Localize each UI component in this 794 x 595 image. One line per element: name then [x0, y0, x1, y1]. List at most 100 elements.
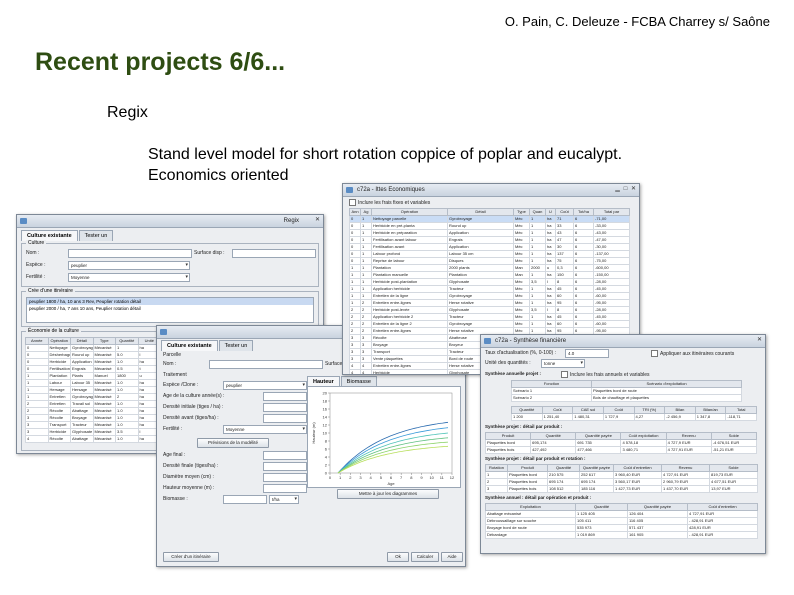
table-row[interactable]: 1 Hersage Hersage Mécanisé 1.0 ha [25, 386, 161, 394]
table-row[interactable]: 1 1 Entretien de la ligne Gyrobroyage Méc 1 ha… [349, 292, 630, 300]
table-row[interactable]: 2 Entretien Travail sol Mécanisé 1.0 ha [25, 400, 161, 408]
operation-table[interactable]: Exploitation Quantité Quantité payée Coût d… [485, 503, 758, 539]
apply-checkbox[interactable]: Appliquer aux itinéraires courants [651, 350, 734, 357]
tab-culture-existante[interactable]: Culture existante [161, 340, 218, 351]
table-row[interactable]: 0 1 Herbicide en pré-planta Round up Méc 1 ha 3… [349, 222, 630, 230]
column-header[interactable]: Quantité [530, 432, 577, 440]
column-header[interactable]: Total [725, 406, 757, 414]
table-row[interactable]: 2 2 Application herbicide 2 Tracteur Méc 1 ha 4… [349, 313, 630, 321]
table-row[interactable]: Broyage bord de route 535 973 571 437 428,9… [485, 524, 758, 532]
column-header[interactable]: Revenu [661, 464, 710, 472]
table-row[interactable]: 2 Récolte Abattage Mécanisé 1.0 ha [25, 407, 161, 415]
table-row[interactable]: 1 1 Application herbicide Tracteur Méc 1 ha 45 6… [349, 285, 630, 293]
column-header[interactable]: Quantité [547, 464, 580, 472]
aide-button[interactable]: Aide [441, 552, 463, 562]
calculer-button[interactable]: Calculer [411, 552, 439, 562]
scenario-table[interactable]: Fonction Scénario d'exploitation Scénario… [511, 380, 742, 402]
nom-field[interactable] [68, 249, 192, 258]
table-row[interactable]: 0 1 Fertilisation avant Application Méc 1 ha 30… [349, 243, 630, 251]
column-header[interactable]: Quantité [115, 337, 139, 345]
table-row[interactable]: 0 Fertilisation Engrais Mécanisé 0.5 t [25, 365, 161, 373]
column-header[interactable]: Quantité payée [579, 464, 614, 472]
taux-field[interactable]: 4.0 [565, 349, 609, 358]
table-row[interactable]: 1 1 Herbicide post-plantation Glyphosate Méc… [349, 278, 630, 286]
table-row[interactable]: 2 2 Herbicide post-levée Glyphosate Méc 3,5 l 8… [349, 306, 630, 314]
column-header[interactable]: Revenu [665, 432, 712, 440]
column-header[interactable]: Produit [507, 464, 548, 472]
update-charts-button[interactable]: Mettre à jour les diagrammes [337, 489, 439, 499]
diametre-field[interactable] [263, 473, 307, 482]
densite-avant-field[interactable] [263, 414, 307, 423]
surface-field[interactable] [232, 249, 316, 258]
column-header[interactable]: Bilan [664, 406, 696, 414]
table-row[interactable]: Débardage 1 019 869 161 905- 428,91 EUR [485, 531, 758, 539]
close-icon[interactable]: ✕ [630, 186, 637, 193]
table-row[interactable]: 1 1 Plantation manuelle Plantation Man 1 ha 150… [349, 271, 630, 279]
table-row[interactable]: Plaquettes bois 427,492 477,466 3 480,71 4 7… [484, 446, 758, 454]
close-icon[interactable]: ✕ [756, 337, 763, 344]
table-row[interactable]: 1 Plaquettes bord 210 575 252 617 3 960,40 E… [485, 471, 758, 479]
table-row[interactable]: 1 200 1 251,40 1 480,31 1 727,9 4,27 -2 456,9… [511, 413, 757, 421]
column-header[interactable]: Type [92, 337, 116, 345]
column-header[interactable]: Quantité payée [575, 432, 622, 440]
table-row[interactable]: Débroussaillage sur souche 105 411 116 405… [485, 517, 758, 525]
column-header[interactable]: Coût [555, 208, 574, 216]
itinerary-list[interactable]: peuplier 1800 / ha, 10 ans 3 Rev, Peupli… [26, 297, 314, 323]
table-row[interactable]: 3 Récolte Broyage Mécanisé 1.0 ha [25, 414, 161, 422]
column-header[interactable]: Coût [541, 406, 574, 414]
synthesis-titlebar[interactable]: c72a - Synthèse financière ✕ [481, 335, 765, 348]
table-row[interactable]: 0 Herbicide Application Mécanisé 1.0 ha [25, 358, 161, 366]
minimize-icon[interactable]: ▁ [614, 186, 621, 193]
column-header[interactable]: Coût exploitation [620, 432, 667, 440]
table-row[interactable]: 0 1 Reprise de labour Disques Méc 1 ha 75 6 -75,0… [349, 257, 630, 265]
table-row[interactable]: Abattage mécanisé 1 125 405 126 404 4 727,9… [485, 510, 758, 518]
espece-select[interactable]: peuplier [68, 261, 190, 270]
column-header[interactable]: Ann [349, 208, 361, 216]
table-row[interactable]: 1 2 Entretien entre-lignes Herse rotative Mé… [349, 299, 630, 307]
tab-tester[interactable]: Tester un [78, 230, 114, 241]
table-row[interactable]: 1 Labour Labour 35 Mécanisé 1.0 ha [25, 379, 161, 387]
table-row[interactable]: 2 2 Entretien de la ligne 2 Gyrobroyage Méc 1… [349, 320, 630, 328]
table-row[interactable]: 0 1 Nettoyage parcelle Gyrobroyage Méc 1 ha 71 6… [349, 215, 630, 223]
regix-titlebar[interactable]: Regix ✕ [17, 215, 323, 228]
column-header[interactable]: Rotation [485, 464, 508, 472]
table-row[interactable]: 1 Entretien Gyrobroyage Mécanisé 2 ha [25, 393, 161, 401]
column-header[interactable]: Tot/ha [573, 208, 594, 216]
column-header[interactable]: Scénario d'exploitation [591, 380, 742, 388]
densite-finale-field[interactable] [263, 462, 307, 471]
product-table[interactable]: Produit Quantité Quantité payée Coût exploi… [484, 432, 758, 454]
table-row[interactable]: 1 1 Plantation 2000 plants Man 2000 u 0,3 6 -600,… [349, 264, 630, 272]
age-field[interactable] [263, 392, 307, 401]
column-header[interactable]: Solde [709, 464, 758, 472]
column-header[interactable]: Détail [447, 208, 514, 216]
table-row[interactable]: 0 1 Herbicide en préparation Application Méc… [349, 229, 630, 237]
column-header[interactable]: Quantité [575, 503, 628, 511]
table-row[interactable]: 3 Transport Tracteur Mécanisé 1.0 ha [25, 421, 161, 429]
maximize-icon[interactable]: □ [622, 186, 629, 193]
column-header[interactable]: Exploitation [485, 503, 576, 511]
column-header[interactable]: Opération [47, 337, 71, 345]
itinerary-titlebar[interactable]: c72a - Ittes Economiques ▁ □ ✕ [343, 184, 639, 197]
column-header[interactable]: CAE sol [572, 406, 604, 414]
column-header[interactable]: Solde [710, 432, 758, 440]
create-itinerary-button[interactable]: Créer d'un itinéraire [163, 552, 219, 562]
column-header[interactable]: U [545, 208, 556, 216]
column-header[interactable]: Ag [360, 208, 372, 216]
column-header[interactable]: Coût d'entretien [687, 503, 758, 511]
column-header[interactable]: TRI (%) [633, 406, 666, 414]
column-header[interactable]: Type [513, 208, 530, 216]
column-header[interactable]: Coût d'entretien [613, 464, 662, 472]
include-fees-checkbox[interactable]: Inclure les frais fixes et variables [349, 199, 430, 206]
column-header[interactable]: Détail [70, 337, 94, 345]
biomasse-field[interactable] [223, 495, 267, 504]
table-row[interactable]: Plaquettes bord 695,174 691 735 4 578,18 4 7… [484, 439, 758, 447]
rotation-table[interactable]: Rotation Produit Quantité Quantité payée Coû… [485, 464, 758, 493]
list-item[interactable]: peuplier 1800 / ha, 10 ans 3 Rev, Peupli… [27, 298, 313, 305]
biomasse-unit-select[interactable]: t/ha [269, 495, 299, 504]
column-header[interactable]: Opération [371, 208, 448, 216]
table-row[interactable]: 0 1 Labour profond Labour 35 cm Méc 1 ha 137 6 -1… [349, 250, 630, 258]
table-row[interactable]: Scénario 1 Plaquettes bord de route [511, 387, 742, 395]
hauteur-field[interactable] [263, 484, 307, 493]
column-header[interactable]: Quan [529, 208, 546, 216]
column-header[interactable]: Coût [602, 406, 635, 414]
